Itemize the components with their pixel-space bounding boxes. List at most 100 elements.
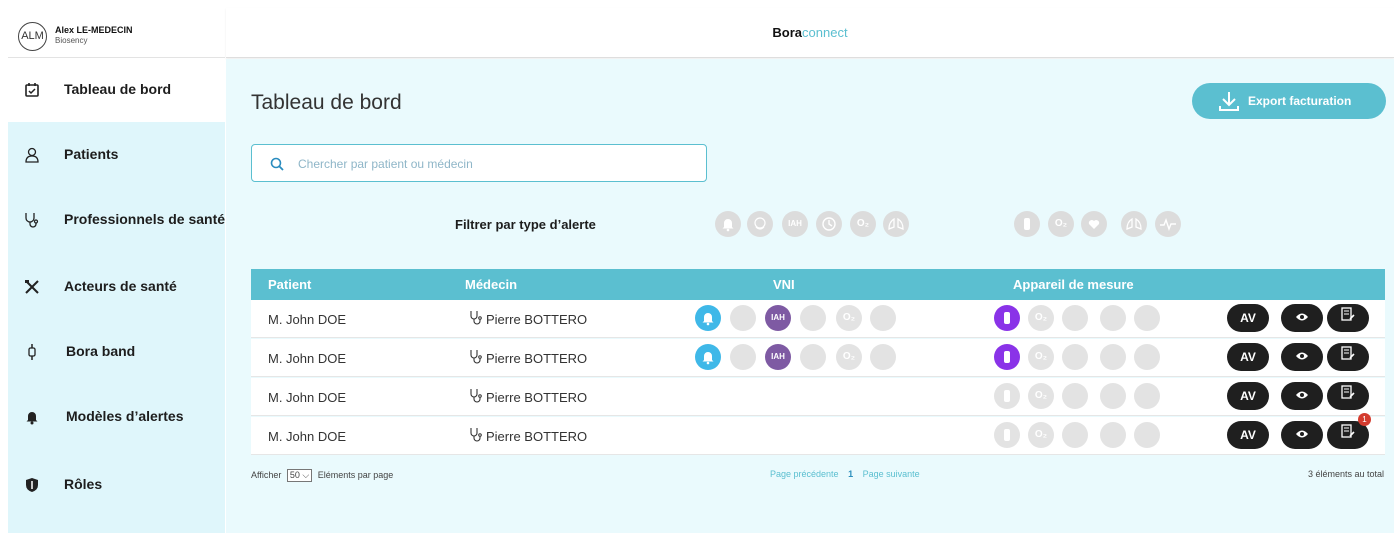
patient-name[interactable]: M. John DOE xyxy=(268,351,346,366)
total-count: 3 éléments au total xyxy=(1307,469,1384,479)
table-footer: Afficher 50 ⌵ Eléments par page Page pré… xyxy=(226,469,1394,489)
heart-icon[interactable] xyxy=(1062,344,1088,370)
band-icon[interactable] xyxy=(994,383,1020,409)
doctor-name[interactable]: Pierre BOTTERO xyxy=(486,390,587,405)
table-row[interactable]: M. John DOE Pierre BOTTERO IAH O₂ O₂ AV xyxy=(251,300,1385,338)
heart-icon[interactable] xyxy=(1062,383,1088,409)
search-box[interactable] xyxy=(251,144,707,182)
bell-alert-icon[interactable] xyxy=(695,344,721,370)
page-size-control: Afficher 50 ⌵ Eléments par page xyxy=(251,469,394,482)
table-row[interactable]: M. John DOE Pierre BOTTERO O₂ AV xyxy=(251,378,1385,416)
spo2-icon[interactable]: O₂ xyxy=(1028,422,1054,448)
patient-name[interactable]: M. John DOE xyxy=(268,312,346,327)
av-button[interactable]: AV xyxy=(1227,304,1269,332)
activity-icon xyxy=(1160,217,1176,232)
filter-iah-icon[interactable]: IAH xyxy=(782,211,808,237)
mask-icon[interactable] xyxy=(730,305,756,331)
sidebar-item-roles[interactable]: Rôles xyxy=(8,453,225,517)
activity-icon[interactable] xyxy=(1134,344,1160,370)
pagination: Page précédente 1 Page suivante xyxy=(770,469,920,479)
filter-o2-icon[interactable]: O₂ xyxy=(850,211,876,237)
filter-lungs-icon[interactable] xyxy=(883,211,909,237)
search-input[interactable] xyxy=(298,154,688,174)
av-button[interactable]: AV xyxy=(1227,382,1269,410)
band-glyph-icon xyxy=(1004,390,1010,402)
lungs-icon[interactable] xyxy=(870,305,896,331)
top-header: Boraconnect xyxy=(226,8,1394,58)
activity-icon[interactable] xyxy=(1134,305,1160,331)
watch-icon xyxy=(28,344,36,360)
edit-report-button[interactable] xyxy=(1327,343,1369,371)
next-page-link[interactable]: Page suivante xyxy=(863,469,920,479)
sidebar-item-label: Modèles d’alertes xyxy=(66,408,184,424)
filter-spo2-icon[interactable]: O₂ xyxy=(1048,211,1074,237)
sidebar-item-patients[interactable]: Patients xyxy=(8,123,225,187)
filter-heart-icon[interactable] xyxy=(1081,211,1107,237)
table-header: Patient Médecin VNI Appareil de mesure xyxy=(251,269,1385,300)
doctor-name[interactable]: Pierre BOTTERO xyxy=(486,312,587,327)
view-button[interactable] xyxy=(1281,421,1323,449)
sidebar-item-tableau-de-bord[interactable]: Tableau de bord xyxy=(8,58,225,122)
doctor-name[interactable]: Pierre BOTTERO xyxy=(486,351,587,366)
band-icon[interactable] xyxy=(994,305,1020,331)
sidebar-item-label: Rôles xyxy=(64,476,103,492)
filter-mask-icon[interactable] xyxy=(747,211,773,237)
lungs-device-icon[interactable] xyxy=(1100,383,1126,409)
eye-icon xyxy=(1296,430,1308,438)
user-name: Alex LE-MEDECIN xyxy=(55,25,133,35)
band-icon[interactable] xyxy=(994,344,1020,370)
filter-clock-icon[interactable] xyxy=(816,211,842,237)
view-button[interactable] xyxy=(1281,343,1323,371)
activity-icon[interactable] xyxy=(1134,383,1160,409)
bell-alert-icon[interactable] xyxy=(695,305,721,331)
stethoscope-icon xyxy=(25,213,39,228)
patient-name[interactable]: M. John DOE xyxy=(268,429,346,444)
iah-icon[interactable]: IAH xyxy=(765,305,791,331)
doctor-name[interactable]: Pierre BOTTERO xyxy=(486,429,587,444)
stethoscope-icon xyxy=(470,389,482,403)
o2-icon[interactable]: O₂ xyxy=(836,344,862,370)
lungs-icon[interactable] xyxy=(870,344,896,370)
mask-icon[interactable] xyxy=(730,344,756,370)
av-button[interactable]: AV xyxy=(1227,343,1269,371)
sidebar-item-label: Tableau de bord xyxy=(64,81,172,97)
view-button[interactable] xyxy=(1281,382,1323,410)
clock-icon[interactable] xyxy=(800,305,826,331)
calendar-icon xyxy=(25,83,39,97)
shield-icon xyxy=(26,478,38,492)
filter-band-icon[interactable] xyxy=(1014,211,1040,237)
page-size-select[interactable]: 50 ⌵ xyxy=(286,469,313,482)
sidebar-item-modeles-alertes[interactable]: Modèles d’alertes xyxy=(8,385,225,449)
sidebar-item-bora-band[interactable]: Bora band xyxy=(8,320,225,384)
user-profile[interactable]: ALM Alex LE-MEDECIN Biosency xyxy=(8,8,225,58)
av-button[interactable]: AV xyxy=(1227,421,1269,449)
edit-report-button[interactable] xyxy=(1327,382,1369,410)
table-row[interactable]: M. John DOE Pierre BOTTERO IAH O₂ O₂ AV xyxy=(251,339,1385,377)
clock-icon[interactable] xyxy=(800,344,826,370)
filter-activity-icon[interactable] xyxy=(1155,211,1181,237)
spo2-icon[interactable]: O₂ xyxy=(1028,344,1054,370)
iah-icon[interactable]: IAH xyxy=(765,344,791,370)
patient-name[interactable]: M. John DOE xyxy=(268,390,346,405)
heart-icon[interactable] xyxy=(1062,305,1088,331)
activity-icon[interactable] xyxy=(1134,422,1160,448)
sidebar-item-acteurs[interactable]: Acteurs de santé xyxy=(8,255,225,319)
spo2-icon[interactable]: O₂ xyxy=(1028,305,1054,331)
sidebar-item-professionnels[interactable]: Professionnels de santé xyxy=(8,188,225,252)
table-row[interactable]: M. John DOE Pierre BOTTERO O₂ AV 1 xyxy=(251,413,1385,455)
export-billing-button[interactable]: Export facturation xyxy=(1192,83,1386,119)
lungs-device-icon[interactable] xyxy=(1100,305,1126,331)
current-page[interactable]: 1 xyxy=(848,469,853,479)
band-icon[interactable] xyxy=(994,422,1020,448)
spo2-icon[interactable]: O₂ xyxy=(1028,383,1054,409)
heart-icon[interactable] xyxy=(1062,422,1088,448)
o2-icon[interactable]: O₂ xyxy=(836,305,862,331)
lungs-device-icon[interactable] xyxy=(1100,344,1126,370)
filter-bell-icon[interactable] xyxy=(715,211,741,237)
edit-report-button[interactable] xyxy=(1327,304,1369,332)
lungs-device-icon[interactable] xyxy=(1100,422,1126,448)
prev-page-link[interactable]: Page précédente xyxy=(770,469,839,479)
main-content: Tableau de bord Export facturation Filtr… xyxy=(226,59,1394,533)
filter-lungs-device-icon[interactable] xyxy=(1121,211,1147,237)
view-button[interactable] xyxy=(1281,304,1323,332)
